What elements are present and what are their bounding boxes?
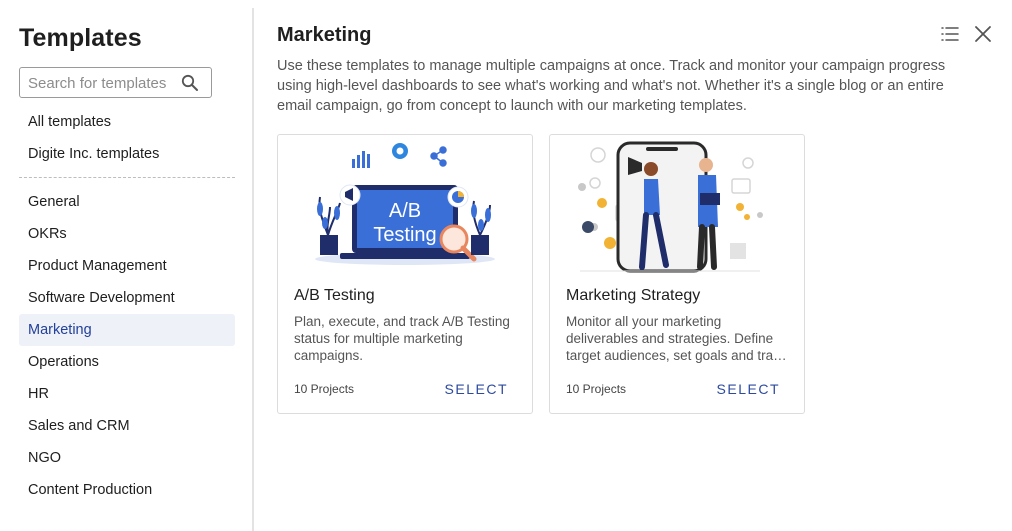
sidebar-item-general[interactable]: General [19,186,235,218]
sidebar-item-operations[interactable]: Operations [19,346,235,378]
search-icon[interactable] [181,74,199,92]
templates-dialog: Templates All templates Digite Inc. temp… [0,0,1012,531]
sidebar-item-okrs[interactable]: OKRs [19,218,235,250]
sidebar-divider [19,177,235,178]
sidebar-item-content-production[interactable]: Content Production [19,474,235,506]
list-view-icon[interactable] [940,24,960,44]
ab-testing-illustration: A/B Testing [315,143,495,265]
card-project-count: 10 Projects [294,382,355,396]
ab-text: A/B [389,200,421,222]
card-title: Marketing Strategy [566,287,701,304]
sidebar-item-product-management[interactable]: Product Management [19,250,235,282]
select-button[interactable]: SELECT [717,381,780,397]
sidebar-separator [252,8,254,531]
close-icon[interactable] [973,24,993,44]
search-input[interactable] [28,73,178,93]
card-description: Monitor all your marketing deliverables … [566,314,787,363]
search-box [19,67,212,98]
sidebar: Templates All templates Digite Inc. temp… [0,0,252,531]
testing-text: Testing [373,224,436,246]
sidebar-item-marketing[interactable]: Marketing [19,314,235,346]
template-card-marketing-strategy[interactable]: Marketing Strategy Monitor all your mark… [549,134,805,414]
template-card-ab-testing[interactable]: A/B Testing A/B Testing Plan, execute, a… [277,134,533,414]
sidebar-item-sales-crm[interactable]: Sales and CRM [19,410,235,442]
card-description: Plan, execute, and track A/B Testing sta… [294,314,510,363]
page-description: Use these templates to manage multiple c… [277,58,946,114]
select-button[interactable]: SELECT [445,381,508,397]
sidebar-item-digite-templates[interactable]: Digite Inc. templates [19,138,235,170]
page-title: Marketing [277,24,372,46]
card-title: A/B Testing [294,287,375,304]
sidebar-item-all-templates[interactable]: All templates [19,106,235,138]
card-project-count: 10 Projects [566,382,627,396]
sidebar-title: Templates [19,24,142,52]
sidebar-item-hr[interactable]: HR [19,378,235,410]
sidebar-item-ngo[interactable]: NGO [19,442,235,474]
marketing-strategy-illustration [578,141,763,273]
sidebar-item-software-development[interactable]: Software Development [19,282,235,314]
